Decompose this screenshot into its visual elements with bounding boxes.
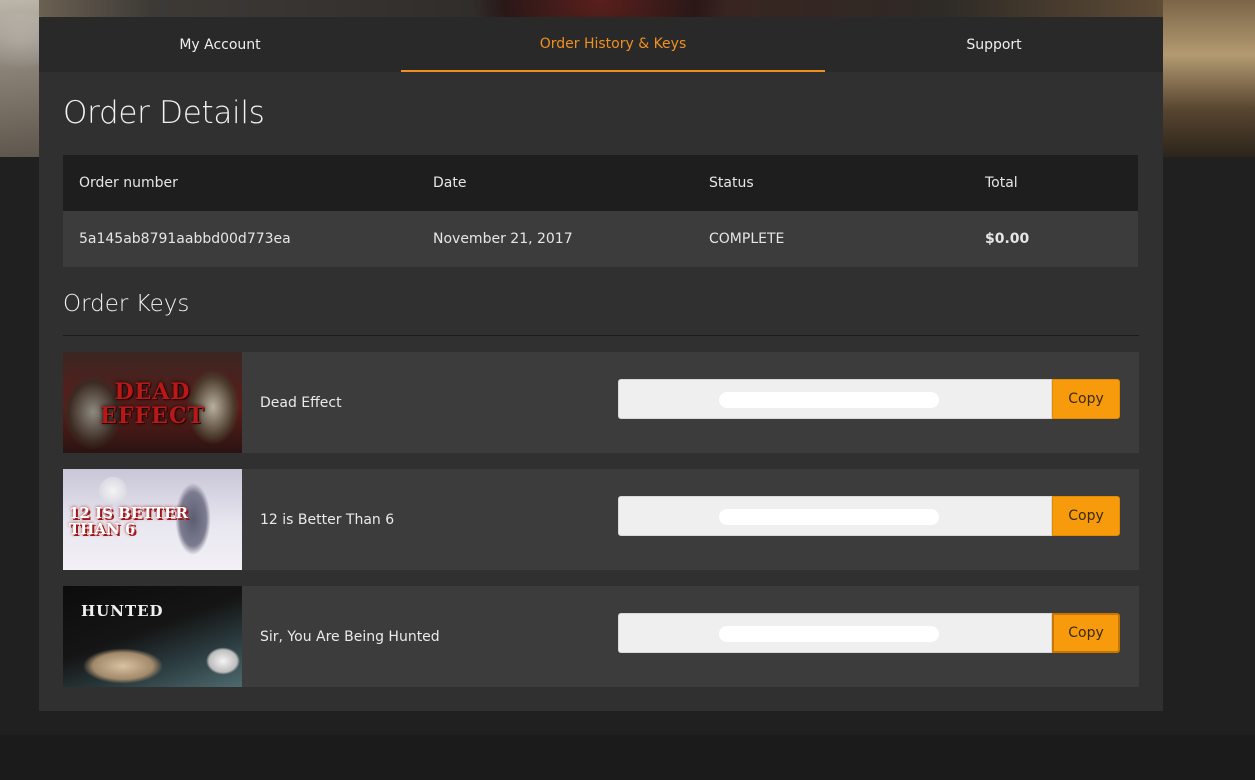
copy-button[interactable]: Copy [1052,613,1120,653]
order-total-value: $0.00 [985,231,1030,247]
game-logo-12-is-better-than-6: 12 IS BETTER THAN 6 [69,504,188,538]
game-name: Dead Effect [260,394,342,411]
column-header-total: Total [985,175,1018,191]
tab-support[interactable]: Support [825,17,1163,72]
game-thumbnail-sir-you-are-being-hunted: HUNTED [63,586,242,687]
tab-order-history-keys[interactable]: Order History & Keys [401,17,825,72]
order-details-table: Order number Date Status Total 5a145ab87… [63,155,1138,267]
list-item: 12 IS BETTER THAN 6 12 is Better Than 6 … [63,469,1139,570]
table-row: 5a145ab8791aabbd00d773ea November 21, 20… [63,211,1138,267]
account-panel: My Account Order History & Keys Support … [39,17,1163,711]
hero-banner-right [1163,0,1255,157]
game-logo-sir-you-are-being-hunted: HUNTED [81,602,164,620]
column-header-date: Date [433,175,467,191]
tab-my-account[interactable]: My Account [39,17,401,72]
list-item: DEAD EFFECT Dead Effect Copy [63,352,1139,453]
order-status-value: COMPLETE [709,231,785,247]
copy-button[interactable]: Copy [1052,496,1120,536]
table-header: Order number Date Status Total [63,155,1138,211]
order-keys-title: Order Keys [63,291,190,317]
list-item: HUNTED Sir, You Are Being Hunted Copy [63,586,1139,687]
order-details-title: Order Details [63,95,265,131]
game-name: Sir, You Are Being Hunted [260,628,440,645]
footer-band [0,735,1255,780]
key-field[interactable] [618,613,1052,653]
game-thumbnail-12-is-better-than-6: 12 IS BETTER THAN 6 [63,469,242,570]
hero-banner-left [0,0,39,157]
game-name: 12 is Better Than 6 [260,511,395,528]
game-logo-dead-effect: DEAD EFFECT [100,379,205,429]
key-field[interactable] [618,496,1052,536]
order-number-value: 5a145ab8791aabbd00d773ea [79,231,291,247]
order-date-value: November 21, 2017 [433,231,573,247]
key-field[interactable] [618,379,1052,419]
section-divider [63,335,1139,336]
order-keys-list: DEAD EFFECT Dead Effect Copy 12 IS BETTE… [63,352,1139,703]
column-header-order-number: Order number [79,175,178,191]
account-tabs: My Account Order History & Keys Support [39,17,1163,72]
copy-button[interactable]: Copy [1052,379,1120,419]
key-redaction [719,626,939,642]
column-header-status: Status [709,175,754,191]
key-redaction [719,392,939,408]
game-thumbnail-dead-effect: DEAD EFFECT [63,352,242,453]
key-redaction [719,509,939,525]
